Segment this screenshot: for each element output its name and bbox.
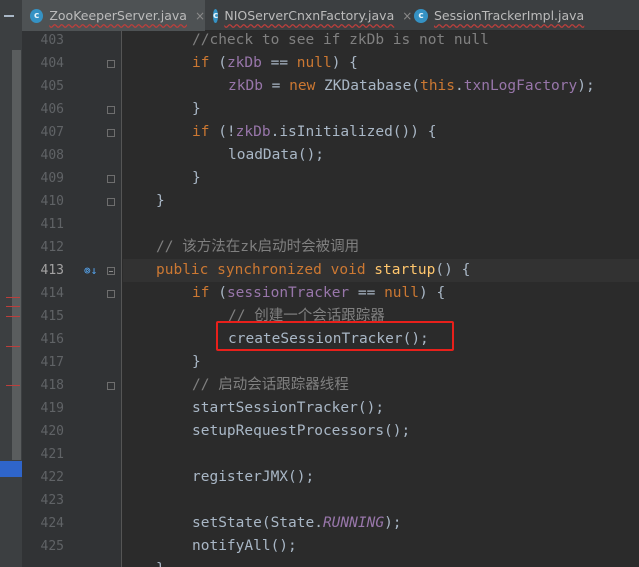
tab-label: NIOServerCnxnFactory.java <box>224 8 395 23</box>
editor-tab-bar: c ZooKeeperServer.java × c NIOServerCnxn… <box>0 0 639 31</box>
line-number: 406 <box>40 102 64 117</box>
line-number: 408 <box>40 148 64 163</box>
code-line: public synchronized void startup() { <box>156 262 471 278</box>
code-line: loadData(); <box>228 147 325 163</box>
code-editor[interactable]: //check to see if zkDb is not null if (z… <box>123 31 639 567</box>
class-icon: c <box>213 8 219 23</box>
line-number: 404 <box>40 56 64 71</box>
fold-end-icon[interactable] <box>107 106 115 114</box>
error-stripe-mark[interactable] <box>6 297 20 298</box>
line-number: 414 <box>40 286 64 301</box>
line-number: 416 <box>40 332 64 347</box>
code-line: // 该方法在zk启动时会被调用 <box>156 239 360 255</box>
tool-window-menu-button[interactable] <box>0 0 22 31</box>
fold-start-icon[interactable] <box>107 129 115 137</box>
code-line: zkDb = new ZKDatabase(this.txnLogFactory… <box>228 78 595 94</box>
tab-label: ZooKeeperServer.java <box>49 8 187 23</box>
active-selection-marker[interactable] <box>0 461 22 477</box>
tab-sessiontrackerimpl[interactable]: c SessionTrackerImpl.java <box>406 0 639 31</box>
fold-end-icon[interactable] <box>107 198 115 206</box>
line-number-gutter[interactable]: 403 404 405 406 407 408 409 410 411 412 … <box>22 31 122 567</box>
fold-end-icon[interactable] <box>107 175 115 183</box>
fold-start-icon[interactable] <box>107 60 115 68</box>
code-line: if (sessionTracker == null) { <box>192 285 446 301</box>
line-number: 418 <box>40 378 64 393</box>
fold-end-icon[interactable] <box>107 382 115 390</box>
line-number: 419 <box>40 401 64 416</box>
override-marker-icon[interactable]: ⊚↓ <box>84 259 97 282</box>
line-number: 411 <box>40 217 64 232</box>
line-number: 410 <box>40 194 64 209</box>
line-number: 425 <box>40 539 64 554</box>
tab-zookeeperserver[interactable]: c ZooKeeperServer.java × <box>22 0 205 31</box>
code-line: notifyAll(); <box>192 538 297 554</box>
code-line: if (zkDb == null) { <box>192 55 358 71</box>
line-number-current: 413 <box>40 263 64 278</box>
code-line: } <box>156 558 165 567</box>
close-icon[interactable]: × <box>195 9 205 23</box>
class-icon: c <box>30 8 44 23</box>
code-line: //check to see if zkDb is not null <box>192 32 489 48</box>
code-line: } <box>192 170 201 186</box>
line-number: 422 <box>40 470 64 485</box>
tab-label: SessionTrackerImpl.java <box>434 8 585 23</box>
error-stripe-mark[interactable] <box>6 385 20 386</box>
fold-start-icon[interactable] <box>107 290 115 298</box>
line-number: 407 <box>40 125 64 140</box>
error-stripe-mark[interactable] <box>6 316 20 317</box>
line-number: 417 <box>40 355 64 370</box>
class-icon: c <box>414 8 428 23</box>
minus-icon <box>4 15 14 17</box>
line-number: 412 <box>40 240 64 255</box>
code-line: } <box>192 101 201 117</box>
line-number: 405 <box>40 79 64 94</box>
code-line: // 启动会话跟踪器线程 <box>192 377 349 393</box>
code-line: registerJMX(); <box>192 469 315 485</box>
line-number: 409 <box>40 171 64 186</box>
tab-nioservercnxnfactory[interactable]: c NIOServerCnxnFactory.java × <box>205 0 412 31</box>
line-number: 423 <box>40 493 64 508</box>
line-number: 403 <box>40 33 64 48</box>
side-scrollbar-thumb[interactable] <box>12 50 21 460</box>
line-number: 420 <box>40 424 64 439</box>
code-line: setState(State.RUNNING); <box>192 515 402 531</box>
line-number: 421 <box>40 447 64 462</box>
code-line: } <box>192 354 201 370</box>
line-number: 415 <box>40 309 64 324</box>
annotation-highlight-box <box>216 321 454 351</box>
code-line: startSessionTracker(); <box>192 400 385 416</box>
code-line: if (!zkDb.isInitialized()) { <box>192 124 437 140</box>
line-number: 424 <box>40 516 64 531</box>
structure-side-strip <box>0 31 22 567</box>
code-line: setupRequestProcessors(); <box>192 423 411 439</box>
code-line: } <box>156 193 165 209</box>
error-stripe-mark[interactable] <box>6 306 20 307</box>
fold-start-icon[interactable] <box>107 267 115 275</box>
error-stripe-mark[interactable] <box>6 346 20 347</box>
